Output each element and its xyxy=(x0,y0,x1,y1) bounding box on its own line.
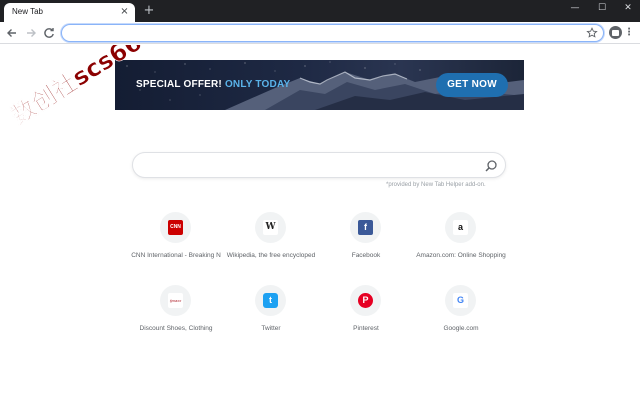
new-tab-button[interactable]: + xyxy=(142,4,156,18)
back-arrow-icon[interactable] xyxy=(4,25,20,41)
address-input[interactable] xyxy=(70,27,580,39)
shortcut-icon-circle: CNN xyxy=(160,212,191,243)
shortcut-tile-discount-shoes[interactable]: tjmaxx Discount Shoes, Clothing xyxy=(128,285,224,341)
reload-icon[interactable] xyxy=(41,25,57,41)
search-input[interactable] xyxy=(145,159,475,173)
search-icon[interactable] xyxy=(484,159,498,173)
tjmaxx-icon: tjmaxx xyxy=(168,293,183,308)
shortcut-label: Twitter xyxy=(261,325,281,332)
shortcut-icon-circle: a xyxy=(445,212,476,243)
wikipedia-icon: W xyxy=(263,220,278,235)
shortcut-tile-wikipedia[interactable]: W Wikipedia, the free encycloped xyxy=(223,212,319,268)
get-now-button[interactable]: GET NOW xyxy=(436,73,508,97)
close-window-button[interactable]: ✕ xyxy=(614,0,640,18)
banner-offer-text: SPECIAL OFFER! ONLY TODAY xyxy=(136,79,290,90)
search-box[interactable] xyxy=(132,152,506,178)
shortcut-label: Amazon.com: Online Shopping xyxy=(416,252,506,259)
shortcut-icon-circle: G xyxy=(445,285,476,316)
bookmark-star-icon[interactable] xyxy=(586,27,598,39)
shortcut-tile-pinterest[interactable]: P Pinterest xyxy=(318,285,414,341)
tab-strip: New Tab × + — ☐ ✕ xyxy=(0,0,640,22)
shortcut-icon-circle: t xyxy=(255,285,286,316)
forward-arrow-icon[interactable] xyxy=(23,25,39,41)
pinterest-icon: P xyxy=(358,293,373,308)
browser-window: New Tab × + — ☐ ✕ ⋮ SPECIAL OFFER! ONLY … xyxy=(0,0,640,400)
shortcut-icon-circle: f xyxy=(350,212,381,243)
amazon-icon: a xyxy=(453,220,468,235)
offer-prefix: SPECIAL OFFER! xyxy=(136,79,222,90)
offer-highlight: ONLY TODAY xyxy=(224,79,291,90)
maximize-button[interactable]: ☐ xyxy=(588,0,616,18)
address-bar[interactable] xyxy=(61,24,604,42)
tab-new-tab[interactable]: New Tab × xyxy=(4,3,135,22)
special-offer-banner[interactable]: SPECIAL OFFER! ONLY TODAY GET NOW xyxy=(115,60,524,110)
provided-by-note: *provided by New Tab Helper add-on. xyxy=(386,182,486,188)
shortcut-tile-facebook[interactable]: f Facebook xyxy=(318,212,414,268)
shortcut-tile-amazon[interactable]: a Amazon.com: Online Shopping xyxy=(413,212,509,268)
tab-close-icon[interactable]: × xyxy=(119,6,130,17)
shortcut-tile-twitter[interactable]: t Twitter xyxy=(223,285,319,341)
shortcut-icon-circle: tjmaxx xyxy=(160,285,191,316)
shortcut-tile-cnn[interactable]: CNN CNN International - Breaking N xyxy=(128,212,224,268)
extension-icon[interactable] xyxy=(609,26,622,39)
cnn-icon: CNN xyxy=(168,220,183,235)
menu-icon[interactable]: ⋮ xyxy=(624,26,634,40)
google-icon: G xyxy=(453,293,468,308)
shortcut-label: Facebook xyxy=(351,252,381,259)
minimize-button[interactable]: — xyxy=(561,0,589,18)
shortcut-label: Pinterest xyxy=(353,325,379,332)
shortcut-label: CNN International - Breaking N xyxy=(131,252,221,259)
toolbar: ⋮ xyxy=(0,22,640,44)
shortcut-label: Wikipedia, the free encycloped xyxy=(226,252,316,259)
twitter-icon: t xyxy=(263,293,278,308)
shortcut-icon-circle: W xyxy=(255,212,286,243)
tab-title: New Tab xyxy=(12,7,43,16)
shortcut-label: Google.com xyxy=(443,325,479,332)
facebook-icon: f xyxy=(358,220,373,235)
shortcut-tile-google[interactable]: G Google.com xyxy=(413,285,509,341)
shortcut-label: Discount Shoes, Clothing xyxy=(139,325,213,332)
shortcut-icon-circle: P xyxy=(350,285,381,316)
